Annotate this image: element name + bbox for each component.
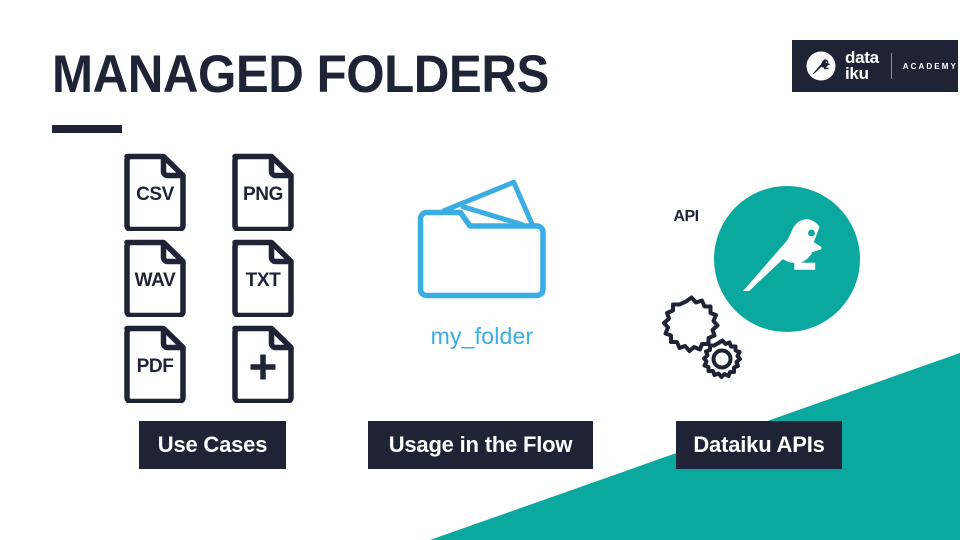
brand-divider [890, 53, 892, 79]
chip-use-cases[interactable]: Use Cases [139, 421, 286, 469]
folder-label: my_folder [430, 323, 534, 349]
gears-icon [662, 295, 742, 379]
api-gear-label: API [673, 208, 699, 225]
dataiku-bird-icon [806, 51, 836, 81]
brand-wordmark: data iku [845, 49, 879, 83]
open-folder-icon [417, 179, 546, 299]
chip-usage-in-the-flow[interactable]: Usage in the Flow [368, 421, 593, 469]
brand-sub-label: ACADEMY [902, 61, 958, 71]
title-underline-rule [52, 125, 122, 133]
file-png-icon: PNG [229, 151, 297, 231]
folder-illustration: my_folder [412, 172, 552, 350]
brand-word-line2: iku [845, 64, 869, 83]
file-wav-icon: WAV [121, 237, 189, 317]
file-type-grid: CSV PNG WAV TXT PDF [121, 151, 297, 403]
file-add-icon: + [229, 323, 297, 403]
chip-dataiku-apis[interactable]: Dataiku APIs [676, 421, 842, 469]
slide-canvas: MANAGED FOLDERS data iku ACADEMY CSV PNG… [0, 0, 960, 540]
file-csv-icon: CSV [121, 151, 189, 231]
brand-badge: data iku ACADEMY [792, 40, 958, 92]
file-pdf-icon: PDF [121, 323, 189, 403]
dataiku-api-illustration: API [650, 185, 865, 385]
page-title: MANAGED FOLDERS [52, 45, 549, 104]
file-txt-icon: TXT [229, 237, 297, 317]
